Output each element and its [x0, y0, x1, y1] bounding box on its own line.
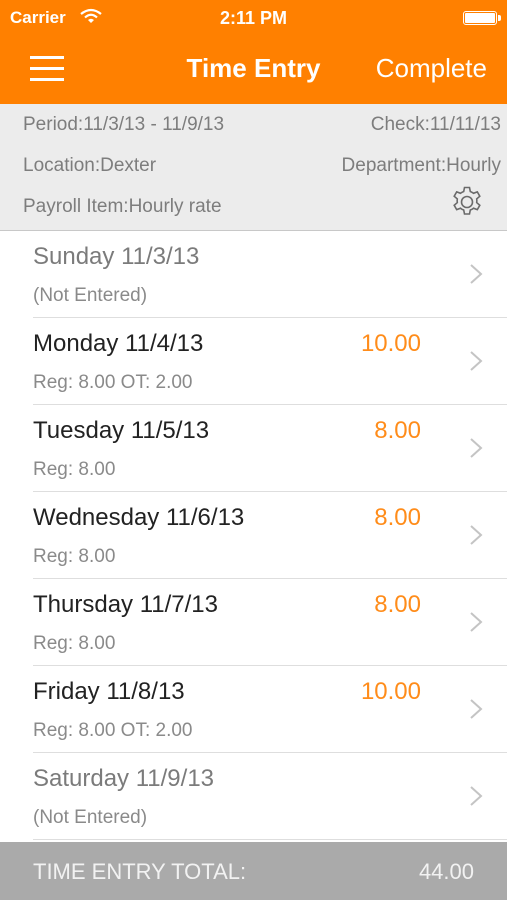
day-label: Saturday 11/9/13 [33, 765, 215, 792]
location-label: Location:Dexter [23, 155, 157, 176]
day-label: Monday 11/4/13 [33, 330, 204, 357]
battery-icon [463, 11, 501, 25]
chevron-right-icon [470, 438, 483, 458]
day-label: Sunday 11/3/13 [33, 243, 200, 270]
day-row-saturday[interactable]: Saturday 11/9/13 (Not Entered) [33, 753, 507, 840]
day-detail: Reg: 8.00 [33, 459, 116, 480]
total-footer: TIME ENTRY TOTAL: 44.00 [0, 842, 507, 900]
day-row-sunday[interactable]: Sunday 11/3/13 (Not Entered) [33, 231, 507, 318]
day-list: Sunday 11/3/13 (Not Entered) Monday 11/4… [0, 231, 507, 840]
status-time: 2:11 PM [219, 8, 288, 28]
day-label: Friday 11/8/13 [33, 678, 185, 705]
chevron-right-icon [470, 351, 483, 371]
day-row-tuesday[interactable]: Tuesday 11/5/13 Reg: 8.00 8.00 [33, 405, 507, 492]
day-detail: (Not Entered) [33, 285, 148, 306]
day-row-friday[interactable]: Friday 11/8/13 Reg: 8.00 OT: 2.00 10.00 [33, 666, 507, 753]
day-hours: 10.00 [360, 330, 421, 357]
nav-bar: Time Entry Complete [0, 36, 507, 104]
day-detail: Reg: 8.00 [33, 633, 116, 654]
department-label: Department:Hourly [341, 155, 501, 176]
day-detail: Reg: 8.00 OT: 2.00 [33, 720, 193, 741]
chevron-right-icon [470, 264, 483, 284]
gear-icon[interactable] [449, 184, 485, 220]
total-value: 44.00 [418, 859, 474, 884]
day-label: Thursday 11/7/13 [33, 591, 219, 618]
total-label: TIME ENTRY TOTAL: [33, 859, 247, 884]
day-hours: 10.00 [360, 678, 421, 705]
day-row-thursday[interactable]: Thursday 11/7/13 Reg: 8.00 8.00 [33, 579, 507, 666]
entry-info-panel: Period:11/3/13 - 11/9/13 Check:11/11/13 … [0, 104, 507, 231]
day-row-monday[interactable]: Monday 11/4/13 Reg: 8.00 OT: 2.00 10.00 [33, 318, 507, 405]
day-row-wednesday[interactable]: Wednesday 11/6/13 Reg: 8.00 8.00 [33, 492, 507, 579]
period-label: Period:11/3/13 - 11/9/13 [23, 114, 225, 135]
chevron-right-icon [470, 786, 483, 806]
day-hours: 8.00 [374, 417, 421, 444]
chevron-right-icon [470, 612, 483, 632]
day-hours: 8.00 [374, 591, 421, 618]
status-bar: Carrier 2:11 PM [0, 0, 507, 36]
day-label: Tuesday 11/5/13 [33, 417, 210, 444]
day-hours: 8.00 [374, 504, 421, 531]
day-detail: (Not Entered) [33, 807, 148, 828]
day-detail: Reg: 8.00 [33, 546, 116, 567]
chevron-right-icon [470, 525, 483, 545]
day-label: Wednesday 11/6/13 [33, 504, 245, 531]
check-date-label: Check:11/11/13 [370, 114, 501, 135]
complete-button[interactable]: Complete [376, 53, 487, 84]
payroll-item-label: Payroll Item:Hourly rate [23, 196, 222, 217]
chevron-right-icon [470, 699, 483, 719]
day-detail: Reg: 8.00 OT: 2.00 [33, 372, 193, 393]
